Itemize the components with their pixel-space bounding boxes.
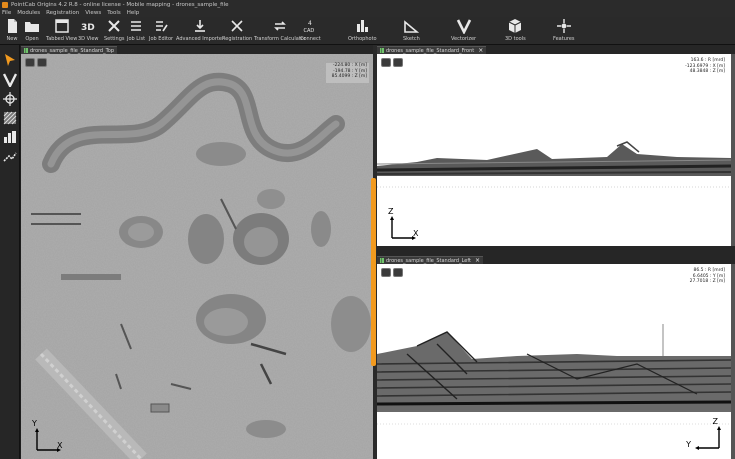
layers-button[interactable] xyxy=(393,58,403,67)
tabbed-view-button[interactable]: Tabbed View xyxy=(46,18,77,42)
front-view-pointcloud xyxy=(377,141,731,188)
registration-icon xyxy=(231,20,243,32)
axis-x-label: X xyxy=(57,441,63,450)
orthophoto-icon xyxy=(357,20,369,32)
menu-modules[interactable]: Modules xyxy=(17,10,40,16)
axis-x-label: X xyxy=(413,229,419,238)
left-view-canvas[interactable]: 86.5 : R [mrd] 6.6405 : Y [m] 27.7018 : … xyxy=(377,264,731,459)
layers-tool-icon[interactable] xyxy=(3,130,17,144)
measure-tool-icon[interactable] xyxy=(3,149,17,163)
vector-tool-icon[interactable] xyxy=(3,73,17,87)
pointcloud-icon xyxy=(380,48,384,53)
top-view-canvas[interactable]: -224.80 : X [m] -194.78 : Y [m] 85.4099 … xyxy=(21,54,373,459)
features-button[interactable]: Features xyxy=(553,18,575,42)
3d-view-button[interactable]: 3D 3D View xyxy=(78,18,99,42)
svg-text:CAD: CAD xyxy=(304,28,315,34)
connect-button[interactable]: 4 CAD Connect xyxy=(300,18,321,42)
vectorizer-button[interactable]: Vectorizer xyxy=(451,18,476,42)
window-title: PointCab Origins 4.2 R.8 - online licens… xyxy=(11,1,229,8)
axis-z-label: Z xyxy=(712,417,718,426)
view-options-button[interactable] xyxy=(381,268,391,277)
transform-calculator-button[interactable]: Transform Calculator xyxy=(254,18,306,42)
job-list-icon xyxy=(131,21,142,31)
axis-z-label: Z xyxy=(388,207,394,216)
cad-connect-icon: 4CAD xyxy=(304,20,315,34)
app-window: PointCab Origins 4.2 R.8 - online licens… xyxy=(0,0,735,459)
front-view-axis-gizmo xyxy=(390,216,416,240)
hatch-tool-icon[interactable] xyxy=(3,111,17,125)
title-bar: PointCab Origins 4.2 R.8 - online licens… xyxy=(0,0,735,9)
registration-button[interactable]: Registration xyxy=(222,18,252,42)
tabbed-view-icon xyxy=(54,19,69,33)
main-toolbar: New Open Tabbed View 3D 3D View Settings… xyxy=(0,17,735,45)
front-view-scrollbar[interactable] xyxy=(731,54,735,246)
3d-tools-button[interactable]: 3D tools xyxy=(505,18,526,42)
top-view-pointcloud xyxy=(21,54,373,459)
layers-button[interactable] xyxy=(37,58,47,67)
menu-tools[interactable]: Tools xyxy=(107,10,121,16)
menu-registration[interactable]: Registration xyxy=(46,10,79,16)
left-view-panel: drones_sample_file_Standard_Left × 86.5 … xyxy=(377,255,735,459)
tools-icon xyxy=(108,20,120,32)
layers-button[interactable] xyxy=(393,268,403,277)
tab-top-view[interactable]: drones_sample_file_Standard_Top xyxy=(21,46,118,54)
close-icon[interactable]: × xyxy=(478,47,483,54)
advanced-importer-button[interactable]: Advanced Importer xyxy=(176,18,224,42)
transform-icon xyxy=(273,21,286,31)
axis-y-label: Y xyxy=(32,419,37,428)
pointcloud-icon xyxy=(380,258,384,263)
menu-file[interactable]: File xyxy=(2,10,11,16)
menu-bar: File Modules Registration Views Tools He… xyxy=(0,9,735,17)
new-button[interactable]: New xyxy=(4,18,20,42)
new-file-icon xyxy=(8,19,17,33)
side-tool-strip xyxy=(0,45,20,459)
left-view-scrollbar[interactable] xyxy=(731,264,735,459)
top-view-panel: drones_sample_file_Standard_Top -224.80 … xyxy=(21,45,373,459)
top-view-readout: -224.80 : X [m] -194.78 : Y [m] 85.4099 … xyxy=(331,63,367,79)
view-options-button[interactable] xyxy=(25,58,35,67)
left-view-readout: 86.5 : R [mrd] 6.6405 : Y [m] 27.7018 : … xyxy=(689,268,725,284)
front-view-canvas[interactable]: 163.6 : R [mrd] -123.6979 : X [m] 48.384… xyxy=(377,54,731,246)
svg-text:3D: 3D xyxy=(81,23,95,33)
sketch-icon xyxy=(404,20,420,33)
settings-button[interactable]: Settings xyxy=(104,18,125,42)
folder-icon xyxy=(25,22,39,32)
menu-views[interactable]: Views xyxy=(85,10,101,16)
open-button[interactable]: Open xyxy=(24,18,40,42)
crosshair-icon xyxy=(556,19,571,33)
app-logo-icon xyxy=(2,1,8,8)
left-view-tabbar: drones_sample_file_Standard_Left × xyxy=(377,255,735,264)
menu-help[interactable]: Help xyxy=(127,10,140,16)
tab-left-view[interactable]: drones_sample_file_Standard_Left × xyxy=(377,256,484,264)
tab-front-view[interactable]: drones_sample_file_Standard_Front × xyxy=(377,46,487,54)
job-list-button[interactable]: Job List xyxy=(127,18,145,42)
3d-view-icon: 3D xyxy=(81,23,95,33)
crosshair-tool-icon[interactable] xyxy=(3,92,17,106)
pointcloud-icon xyxy=(24,48,28,53)
view-options-button[interactable] xyxy=(381,58,391,67)
orthophoto-button[interactable]: Orthophoto xyxy=(348,18,377,42)
horizontal-splitter[interactable] xyxy=(377,246,735,255)
cube-icon xyxy=(509,19,522,33)
front-view-readout: 163.6 : R [mrd] -123.6979 : X [m] 48.384… xyxy=(685,58,725,74)
job-editor-icon xyxy=(156,21,168,32)
axis-y-label: Y xyxy=(686,440,691,449)
pointer-tool-icon[interactable] xyxy=(3,53,17,67)
svg-text:4: 4 xyxy=(308,20,312,27)
left-view-pointcloud xyxy=(377,324,731,425)
close-icon[interactable]: × xyxy=(475,257,480,264)
splitter-handle[interactable] xyxy=(371,178,376,366)
vectorizer-icon xyxy=(456,19,471,34)
download-icon xyxy=(195,20,205,32)
top-view-axis-gizmo xyxy=(35,428,61,452)
top-view-tabbar: drones_sample_file_Standard_Top xyxy=(21,45,373,54)
sketch-button[interactable]: Sketch xyxy=(403,18,420,42)
job-editor-button[interactable]: Job Editor xyxy=(149,18,173,42)
front-view-panel: drones_sample_file_Standard_Front × 163.… xyxy=(377,45,735,246)
front-view-tabbar: drones_sample_file_Standard_Front × xyxy=(377,45,735,54)
